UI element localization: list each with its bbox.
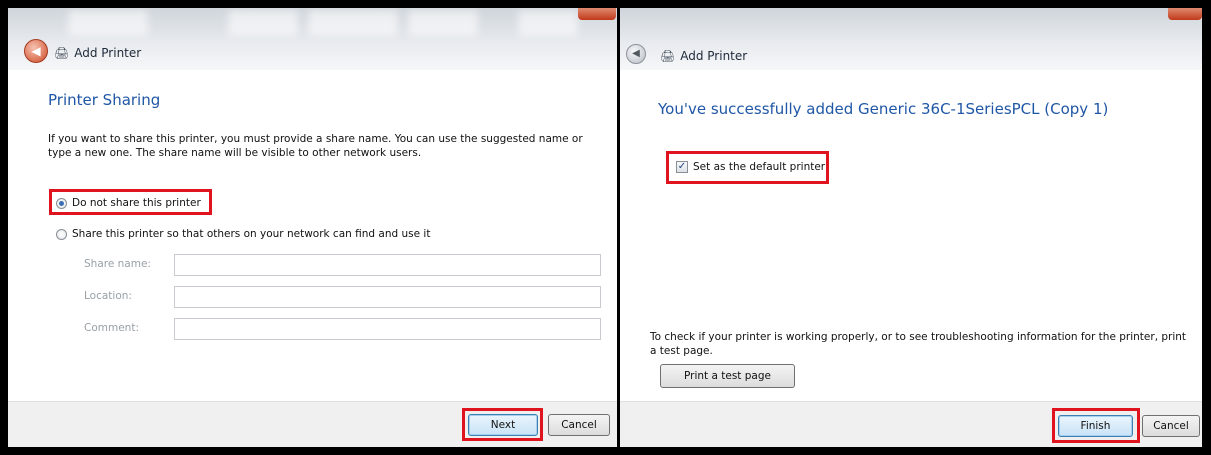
print-test-page-button[interactable]: Print a test page	[660, 364, 795, 388]
printer-sharing-dialog: ◀ 🖨 Add Printer Printer Sharing If you w…	[8, 8, 617, 447]
share-name-input[interactable]	[174, 254, 601, 276]
blurred-background	[308, 10, 398, 36]
blurred-background	[408, 10, 478, 36]
window-title: 🖨 Add Printer	[660, 49, 747, 63]
printer-icon: 🖨	[660, 49, 676, 63]
window-title: 🖨 Add Printer	[54, 46, 141, 60]
close-button[interactable]	[578, 8, 616, 20]
sharing-description: If you want to share this printer, you m…	[48, 133, 583, 159]
highlight-box	[49, 189, 212, 215]
highlight-box	[1052, 408, 1140, 443]
page-title: Printer Sharing	[48, 91, 161, 109]
comment-input[interactable]	[174, 318, 601, 340]
printer-added-dialog: ◀ 🖨 Add Printer You've successfully adde…	[620, 8, 1202, 447]
comment-label: Comment:	[84, 322, 139, 334]
highlight-box	[666, 151, 829, 184]
dialog-content: Printer Sharing If you want to share thi…	[8, 70, 617, 401]
radio-share-label: Share this printer so that others on you…	[72, 228, 431, 240]
blurred-background	[518, 10, 578, 36]
cancel-button[interactable]: Cancel	[548, 414, 610, 436]
dialog-footer: Next Cancel	[8, 401, 617, 447]
page-title: You've successfully added Generic 36C-1S…	[658, 100, 1109, 118]
cancel-button[interactable]: Cancel	[1142, 415, 1200, 437]
dialog-footer: Finish Cancel	[620, 401, 1202, 447]
blurred-background	[228, 10, 298, 36]
radio-unselected-icon[interactable]	[56, 228, 67, 240]
printer-icon: 🖨	[54, 46, 70, 60]
highlight-box	[462, 408, 543, 441]
location-input[interactable]	[174, 286, 601, 308]
title-bar: ◀ 🖨 Add Printer	[620, 8, 1202, 70]
back-arrow-icon[interactable]: ◀	[626, 44, 646, 64]
share-name-label: Share name:	[84, 258, 151, 270]
title-bar: ◀ 🖨 Add Printer	[8, 8, 617, 70]
close-button[interactable]	[1168, 8, 1202, 20]
location-label: Location:	[84, 290, 132, 302]
test-page-info: To check if your printer is working prop…	[650, 331, 1187, 357]
window-title-text: Add Printer	[680, 49, 748, 63]
dialog-content: You've successfully added Generic 36C-1S…	[620, 70, 1202, 401]
back-arrow-icon[interactable]: ◀	[24, 39, 48, 63]
radio-share[interactable]: Share this printer so that others on you…	[56, 228, 430, 240]
blurred-background	[68, 10, 148, 36]
window-title-text: Add Printer	[74, 46, 142, 60]
